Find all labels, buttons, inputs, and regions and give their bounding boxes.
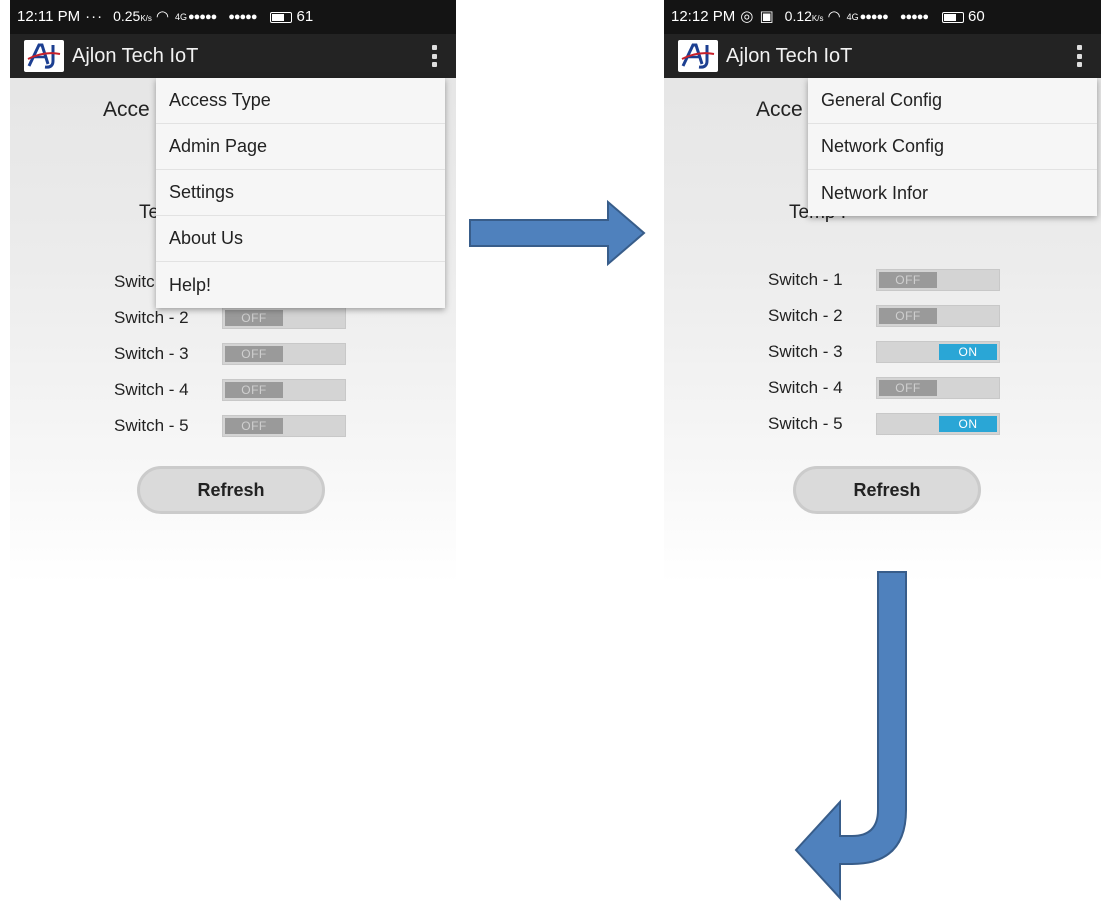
switch-label: Switch - 4 <box>114 380 189 399</box>
switch-2-toggle[interactable]: OFF <box>876 305 1000 327</box>
switch-row-3: Switch - 3 ON <box>768 340 1000 364</box>
app-title: Ajlon Tech IoT <box>726 44 853 67</box>
switch-row-4: Switch - 4 OFF <box>768 376 1000 400</box>
overflow-menu: Access Type Admin Page Settings About Us… <box>156 78 445 308</box>
switch-label: Switch - 2 <box>114 308 189 327</box>
network-type: 4G <box>846 12 859 22</box>
access-heading: Acce <box>103 98 150 121</box>
switch-label: Switch - 3 <box>768 342 843 361</box>
switch-row-2: Switch - 2 OFF <box>114 306 346 330</box>
toggle-thumb: OFF <box>879 272 937 288</box>
status-extra: ◎ ▣ <box>740 8 775 25</box>
battery-icon <box>270 11 293 23</box>
menu-item-access-type[interactable]: Access Type <box>156 78 445 124</box>
battery-level: 61 <box>296 8 314 25</box>
switch-label: Switch - 5 <box>768 414 843 433</box>
toggle-thumb: ON <box>939 344 997 360</box>
toggle-thumb: OFF <box>225 418 283 434</box>
battery-level: 60 <box>968 8 985 25</box>
access-heading: Acce <box>756 98 803 121</box>
toggle-thumb: OFF <box>225 346 283 362</box>
toggle-thumb: OFF <box>879 308 937 324</box>
battery-icon <box>942 11 965 23</box>
wifi-icon: ◠ <box>827 8 841 25</box>
switch-5-toggle[interactable]: OFF <box>222 415 346 437</box>
switch-1-toggle[interactable]: OFF <box>876 269 1000 291</box>
switch-3-toggle[interactable]: OFF <box>222 343 346 365</box>
refresh-button[interactable]: Refresh <box>137 466 325 514</box>
app-logo <box>24 40 64 72</box>
switch-row-1: Switch - 1 OFF <box>768 268 1000 292</box>
status-speed: 0.25K/s <box>113 7 152 24</box>
menu-item-admin-page[interactable]: Admin Page <box>156 124 445 170</box>
overflow-menu-icon[interactable] <box>1075 45 1083 67</box>
switch-row-5: Switch - 5 ON <box>768 412 1000 436</box>
status-bar: 12:11 PM ··· 0.25K/s ◠ 4G ●●●●● ●●●●● 61 <box>10 0 456 34</box>
curved-down-arrow-icon <box>794 571 907 901</box>
switch-4-toggle[interactable]: OFF <box>876 377 1000 399</box>
app-bar: Ajlon Tech IoT <box>664 34 1101 78</box>
switch-label: Switch - 1 <box>768 270 843 289</box>
switch-label: Switch - 5 <box>114 416 189 435</box>
status-bar: 12:12 PM ◎ ▣ 0.12K/s ◠ 4G ●●●●● ●●●●● 60 <box>664 0 1101 34</box>
signal-icon-2: ●●●●● <box>899 11 929 23</box>
switch-label: Switch - 2 <box>768 306 843 325</box>
switch-row-4: Switch - 4 OFF <box>114 378 346 402</box>
menu-item-general-config[interactable]: General Config <box>808 78 1097 124</box>
switch-row-3: Switch - 3 OFF <box>114 342 346 366</box>
signal-icon: ●●●●● <box>859 11 889 23</box>
app-bar: Ajlon Tech IoT <box>10 34 456 78</box>
menu-item-about-us[interactable]: About Us <box>156 216 445 262</box>
switch-label: Switch - 3 <box>114 344 189 363</box>
overflow-menu: General Config Network Config Network In… <box>808 78 1097 216</box>
status-extra: ··· <box>85 8 104 25</box>
switch-row-5: Switch - 5 OFF <box>114 414 346 438</box>
right-arrow-icon <box>469 199 646 267</box>
app-logo <box>678 40 718 72</box>
switch-5-toggle[interactable]: ON <box>876 413 1000 435</box>
refresh-button[interactable]: Refresh <box>793 466 981 514</box>
signal-icon-2: ●●●●● <box>228 11 257 23</box>
toggle-thumb: OFF <box>879 380 937 396</box>
menu-item-network-config[interactable]: Network Config <box>808 124 1097 170</box>
status-time: 12:12 PM <box>671 8 736 25</box>
menu-item-network-infor[interactable]: Network Infor <box>808 170 1097 216</box>
status-speed: 0.12K/s <box>784 7 824 24</box>
switch-2-toggle[interactable]: OFF <box>222 307 346 329</box>
switch-label: Switch - 4 <box>768 378 843 397</box>
signal-icon: ●●●●● <box>188 11 217 23</box>
menu-item-help[interactable]: Help! <box>156 262 445 308</box>
wifi-icon: ◠ <box>155 8 169 25</box>
overflow-menu-icon[interactable] <box>430 45 438 67</box>
phone-screen-2: 12:12 PM ◎ ▣ 0.12K/s ◠ 4G ●●●●● ●●●●● 60… <box>664 0 1101 584</box>
status-time: 12:11 PM <box>17 8 81 25</box>
phone-screen-1: 12:11 PM ··· 0.25K/s ◠ 4G ●●●●● ●●●●● 61… <box>10 0 456 584</box>
app-title: Ajlon Tech IoT <box>72 44 199 67</box>
switch-4-toggle[interactable]: OFF <box>222 379 346 401</box>
toggle-thumb: OFF <box>225 382 283 398</box>
switch-row-2: Switch - 2 OFF <box>768 304 1000 328</box>
switch-3-toggle[interactable]: ON <box>876 341 1000 363</box>
menu-item-settings[interactable]: Settings <box>156 170 445 216</box>
toggle-thumb: OFF <box>225 310 283 326</box>
toggle-thumb: ON <box>939 416 997 432</box>
network-type: 4G <box>175 12 188 22</box>
